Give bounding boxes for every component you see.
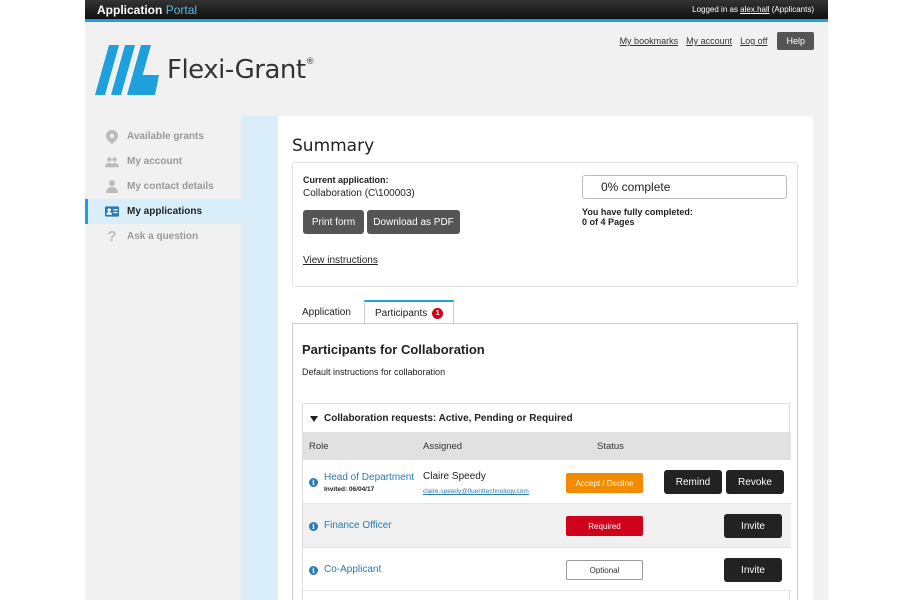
sidebar-nav: Available grants My account My contact d… (85, 124, 241, 249)
map-pin-icon (105, 129, 119, 144)
invite-button[interactable]: Invite (724, 514, 782, 538)
role-link[interactable]: Co-Applicant (324, 564, 381, 575)
sidebar-item-label: Available grants (127, 131, 204, 142)
role-link[interactable]: Finance Officer (324, 520, 392, 531)
brand-name-text: Flexi-Grant (167, 55, 306, 85)
top-bar: Application Portal Logged in as alex.hal… (85, 0, 828, 22)
remind-button[interactable]: Remind (664, 470, 722, 494)
current-application-label: Current application: (303, 175, 389, 185)
tab-participants[interactable]: Participants 1 (364, 300, 455, 325)
main-content: Summary Current application: Collaborati… (278, 116, 813, 600)
brand-name: Flexi-Grant® (167, 55, 315, 85)
my-account-link[interactable]: My account (686, 36, 732, 46)
app-title-main: Application (97, 3, 163, 17)
print-form-button[interactable]: Print form (303, 210, 364, 234)
portal-shell: Application Portal Logged in as alex.hal… (85, 0, 828, 600)
status-badge: Optional (566, 560, 643, 580)
completed-value: 0 of 4 Pages (582, 217, 635, 227)
caret-down-icon (310, 415, 318, 422)
table-row: i Head of Department Invited: 06/04/17 C… (303, 460, 791, 504)
sidebar-item-ask-a-question[interactable]: ? Ask a question (85, 224, 241, 249)
invited-date: Invited: 06/04/17 (324, 486, 375, 493)
info-icon[interactable]: i (309, 566, 318, 575)
column-header-status: Status (597, 441, 624, 452)
collaboration-section-toggle[interactable]: Collaboration requests: Active, Pending … (310, 413, 573, 424)
login-prefix: Logged in as (692, 5, 741, 14)
table-header: Role Assigned Status (303, 432, 791, 460)
completion-progress: 0% complete (582, 175, 787, 199)
column-header-role: Role (309, 441, 329, 452)
participants-description: Default instructions for collaboration (302, 367, 446, 377)
app-title: Application Portal (97, 3, 197, 17)
participants-panel: Participants for Collaboration Default i… (292, 323, 798, 600)
page-title: Summary (292, 136, 375, 156)
header-links: My bookmarks My account Log off Help (620, 32, 814, 50)
revoke-button[interactable]: Revoke (726, 470, 784, 494)
participants-count-badge: 1 (432, 307, 444, 319)
my-bookmarks-link[interactable]: My bookmarks (620, 36, 679, 46)
question-icon: ? (107, 228, 117, 245)
invite-button[interactable]: Invite (724, 558, 782, 582)
sidebar-item-my-contact-details[interactable]: My contact details (85, 174, 241, 199)
sidebar-item-available-grants[interactable]: Available grants (85, 124, 241, 149)
login-suffix: (Applicants) (769, 5, 814, 14)
collaboration-requests-section: Collaboration requests: Active, Pending … (302, 403, 791, 600)
download-pdf-button[interactable]: Download as PDF (367, 210, 460, 234)
tab-label: Participants (375, 307, 428, 319)
sidebar-item-label: Ask a question (127, 231, 199, 242)
log-off-link[interactable]: Log off (740, 36, 767, 46)
sidebar-item-my-applications[interactable]: My applications (85, 199, 241, 224)
table-row: i Co-Applicant Optional Invite (303, 548, 791, 591)
tab-bar: Application Participants 1 (292, 300, 798, 325)
registered-mark: ® (305, 57, 315, 67)
view-instructions-link[interactable]: View instructions (303, 255, 378, 266)
role-link[interactable]: Head of Department (324, 472, 414, 483)
completed-label: You have fully completed: (582, 207, 693, 217)
users-icon (105, 155, 119, 169)
status-badge[interactable]: Accept / Decline (566, 473, 643, 493)
assigned-name: Claire Speedy (423, 471, 486, 482)
tab-application[interactable]: Application (292, 300, 361, 324)
assigned-email-link[interactable]: claire.speedy@fluenttechnology.com (423, 488, 529, 495)
summary-panel: Current application: Collaboration (C\10… (292, 162, 798, 287)
column-header-assigned: Assigned (423, 441, 463, 452)
sidebar-item-my-account[interactable]: My account (85, 149, 241, 174)
login-status: Logged in as alex.hall (Applicants) (692, 5, 814, 14)
brand-logo: Flexi-Grant® (95, 45, 315, 95)
content-accent-strip (241, 116, 278, 600)
sidebar-item-label: My applications (127, 206, 203, 217)
info-icon[interactable]: i (309, 478, 318, 487)
id-card-icon (105, 205, 119, 219)
flexi-grant-logo-icon (95, 45, 159, 95)
help-button[interactable]: Help (777, 32, 814, 50)
participants-title: Participants for Collaboration (302, 342, 485, 357)
person-icon (105, 180, 119, 194)
login-user-link[interactable]: alex.hall (740, 5, 769, 14)
app-title-accent: Portal (165, 3, 198, 17)
table-row: i Finance Officer Required Invite (303, 504, 791, 548)
status-badge: Required (566, 516, 643, 536)
sidebar-item-label: My account (127, 156, 183, 167)
collaboration-section-title: Collaboration requests: Active, Pending … (324, 413, 573, 424)
sidebar-item-label: My contact details (127, 181, 214, 192)
tab-label: Application (302, 306, 351, 318)
info-icon[interactable]: i (309, 522, 318, 531)
current-application-value: Collaboration (C\100003) (303, 188, 415, 199)
